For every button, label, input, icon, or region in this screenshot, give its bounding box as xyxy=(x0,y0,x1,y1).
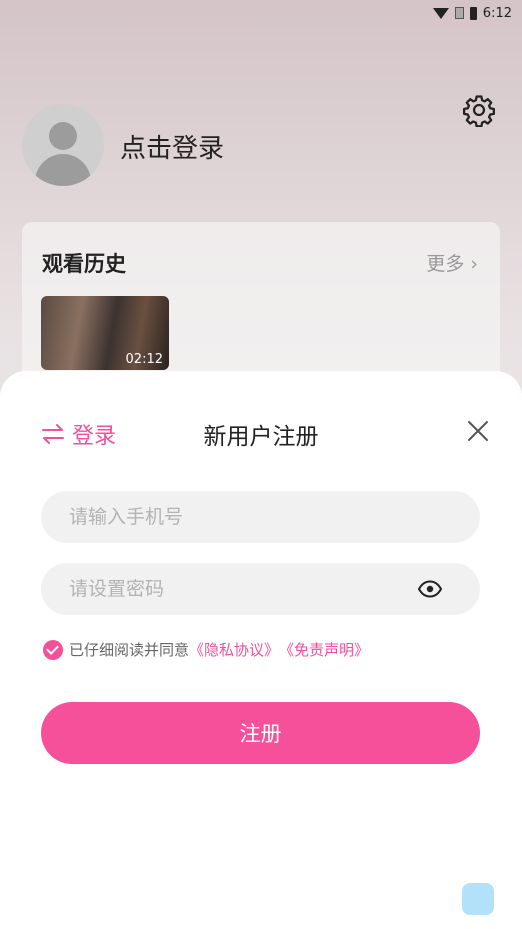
status-bar: 6:12 xyxy=(0,0,522,26)
gear-icon[interactable] xyxy=(462,93,496,127)
register-button[interactable]: 注册 xyxy=(41,702,480,764)
chevron-right-icon: › xyxy=(470,253,478,275)
watermark xyxy=(462,883,494,915)
battery-icon xyxy=(469,6,477,20)
agreement-text: 已仔细阅读并同意 xyxy=(69,641,190,659)
close-icon[interactable] xyxy=(466,419,490,443)
sheet-title: 新用户注册 xyxy=(203,424,319,450)
phone-input[interactable] xyxy=(69,491,409,543)
avatar-head xyxy=(49,122,77,150)
password-field xyxy=(41,563,480,615)
login-prompt[interactable]: 点击登录 xyxy=(120,128,224,165)
status-time: 6:12 xyxy=(482,5,512,21)
password-input[interactable] xyxy=(69,563,409,615)
register-sheet: 登录 新用户注册 已仔细阅读并同意 《隐私协议》 《免责声明》 注册 xyxy=(0,371,522,929)
sim-icon xyxy=(454,7,464,19)
history-more-link[interactable]: 更多 › xyxy=(426,249,478,276)
agreement-row: 已仔细阅读并同意 《隐私协议》 《免责声明》 xyxy=(43,639,369,660)
history-title: 观看历史 xyxy=(42,252,126,276)
eye-icon[interactable] xyxy=(418,579,442,599)
privacy-link[interactable]: 《隐私协议》 xyxy=(189,639,279,660)
history-item-thumbnail[interactable]: 02:12 xyxy=(41,296,169,370)
history-more-label: 更多 xyxy=(426,253,465,275)
wifi-icon xyxy=(432,7,449,19)
avatar-body xyxy=(35,154,91,186)
watermark-logo-icon xyxy=(462,883,494,915)
history-item-duration: 02:12 xyxy=(125,352,163,367)
disclaimer-link[interactable]: 《免责声明》 xyxy=(279,639,369,660)
phone-field xyxy=(41,491,480,543)
avatar[interactable] xyxy=(22,104,104,186)
agreement-checkbox[interactable] xyxy=(43,639,63,660)
